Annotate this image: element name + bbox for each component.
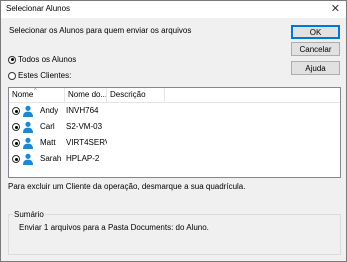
these-clients-label: Estes Clientes: <box>18 71 72 80</box>
title-bar: Selecionar Alunos ✕ <box>1 1 346 18</box>
window-title: Selecionar Alunos <box>6 4 71 13</box>
cell-name: Sarah <box>40 154 62 163</box>
summary-text: Enviar 1 arquivos para a Pasta Documents… <box>19 223 209 232</box>
these-clients-option[interactable]: Estes Clientes: <box>8 71 71 80</box>
cell-name: Matt <box>40 138 56 147</box>
all-students-option[interactable]: Todos os Alunos <box>8 55 76 64</box>
these-clients-radio[interactable] <box>8 71 16 80</box>
cell-machine: HPLAP-2 <box>66 154 100 163</box>
summary-label: Sumário <box>13 210 45 219</box>
user-icon <box>23 105 33 117</box>
table-row[interactable]: Matt VIRT4SERV... <box>9 135 340 151</box>
user-icon <box>23 153 33 165</box>
cell-name: Carl <box>40 122 55 131</box>
row-radio[interactable] <box>12 139 20 147</box>
row-radio[interactable] <box>12 155 20 163</box>
table-row[interactable]: Carl S2-VM-03 <box>9 119 340 135</box>
cell-machine: INVH764 <box>66 106 99 115</box>
row-radio[interactable] <box>12 123 20 131</box>
ok-button[interactable]: OK <box>291 25 340 39</box>
select-students-dialog: Selecionar Alunos ✕ Selecionar os Alunos… <box>0 0 347 262</box>
column-header-computer-name[interactable]: Nome do... <box>65 88 107 102</box>
instruction-text: Selecionar os Alunos para quem enviar os… <box>9 26 192 35</box>
summary-group <box>8 214 341 255</box>
column-header-description[interactable]: Descrição <box>107 88 165 102</box>
clients-list[interactable]: Nome ^ Nome do... Descrição Andy INVH764… <box>8 87 341 178</box>
user-icon <box>23 137 33 149</box>
all-students-radio[interactable] <box>8 55 16 64</box>
cell-machine: VIRT4SERV... <box>66 138 107 147</box>
close-icon[interactable]: ✕ <box>331 2 340 15</box>
table-row[interactable]: Andy INVH764 <box>9 103 340 119</box>
column-header-name[interactable]: Nome ^ <box>9 88 65 102</box>
cell-name: Andy <box>40 106 59 115</box>
all-students-label: Todos os Alunos <box>18 55 77 64</box>
table-row[interactable]: Sarah HPLAP-2 <box>9 151 340 167</box>
user-icon <box>23 121 33 133</box>
row-radio[interactable] <box>12 107 20 115</box>
sort-up-icon: ^ <box>34 88 37 94</box>
list-header: Nome ^ Nome do... Descrição <box>9 88 340 103</box>
cancel-button[interactable]: Cancelar <box>291 42 340 56</box>
exclude-note: Para excluir um Cliente da operação, des… <box>8 182 246 191</box>
cell-machine: S2-VM-03 <box>66 122 103 131</box>
help-button[interactable]: Ajuda <box>291 61 340 75</box>
